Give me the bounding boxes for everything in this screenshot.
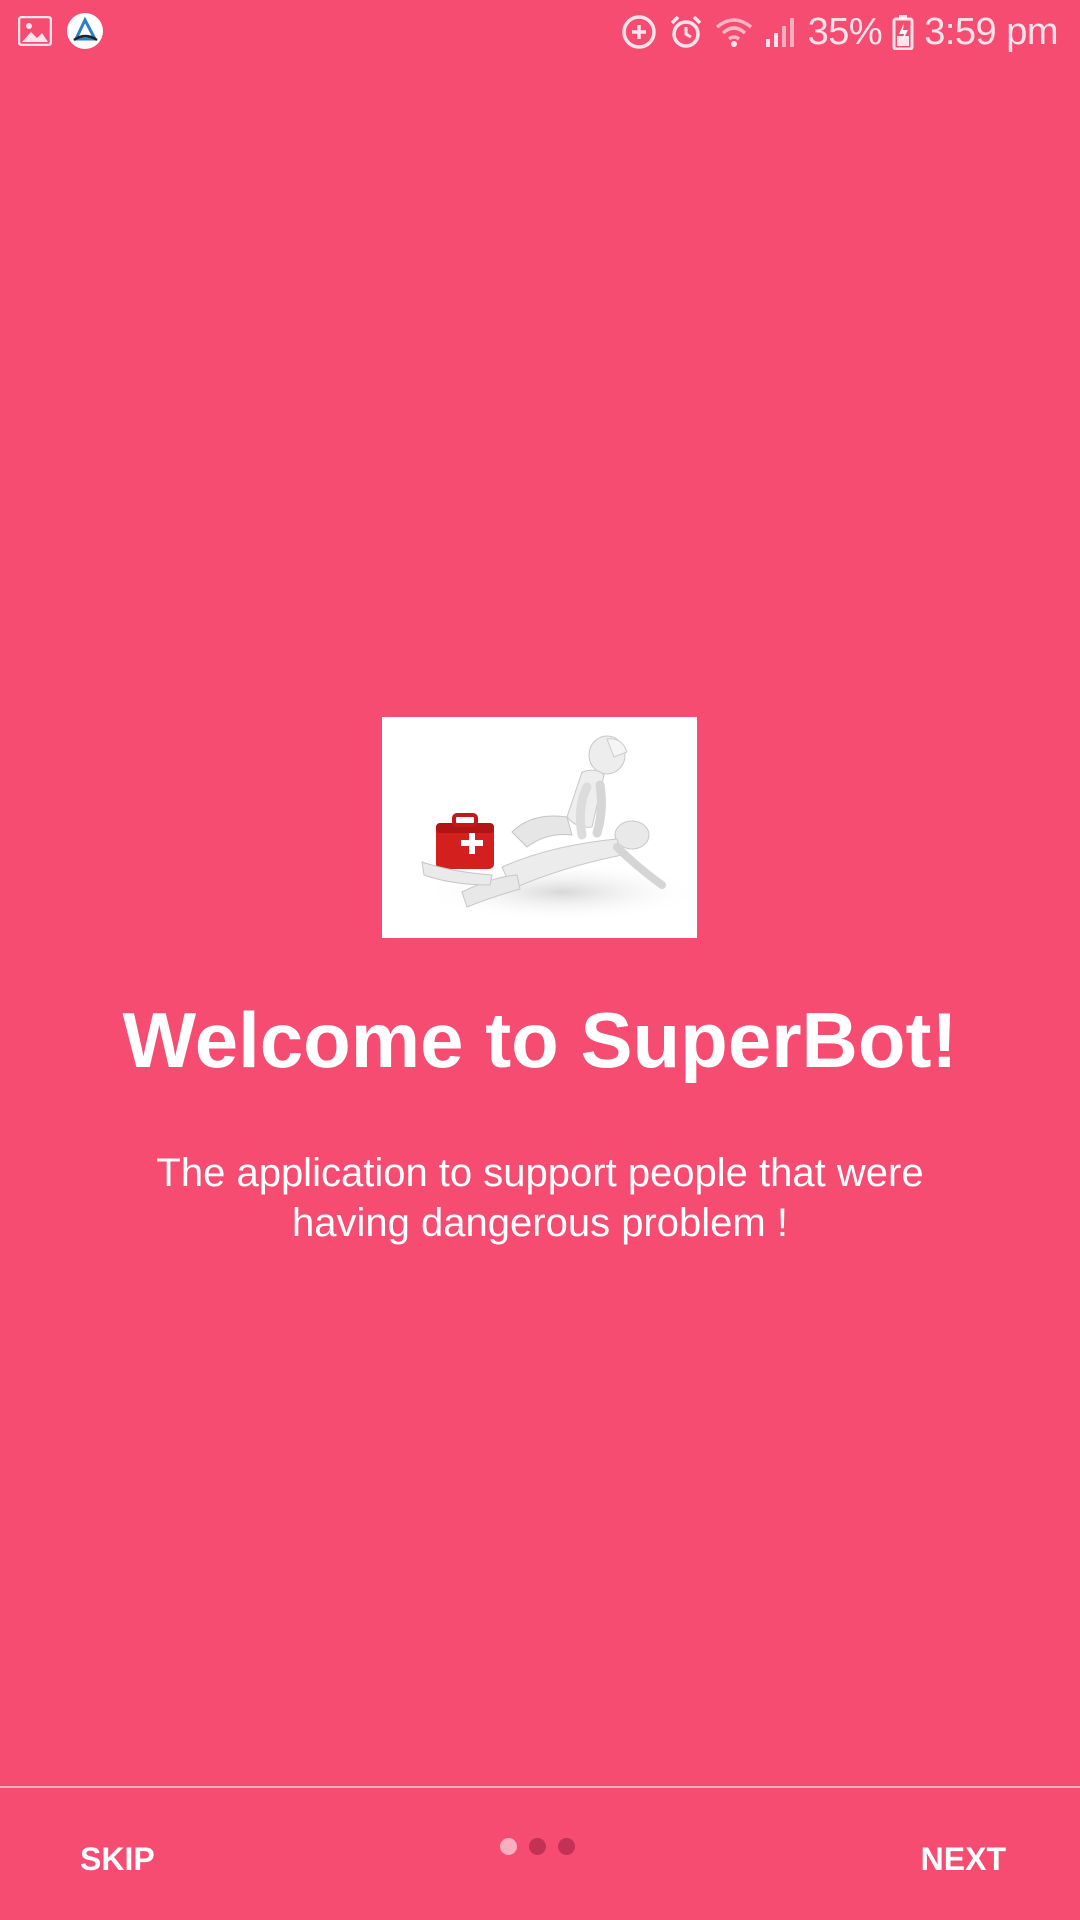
next-button[interactable]: NEXT xyxy=(911,1830,1016,1888)
wifi-icon xyxy=(714,15,754,49)
battery-percent: 35% xyxy=(807,11,883,53)
page-dot-2[interactable] xyxy=(529,1837,546,1855)
page-dot-3[interactable] xyxy=(558,1837,575,1855)
page-indicator xyxy=(500,1836,580,1856)
status-bar-left xyxy=(18,12,104,50)
page-dot-1[interactable] xyxy=(500,1837,517,1855)
signal-icon xyxy=(764,15,798,49)
alarm-icon xyxy=(668,14,704,50)
gallery-icon xyxy=(18,16,52,46)
footer-divider xyxy=(0,1786,1080,1788)
clock: 3:59 pm xyxy=(924,11,1058,53)
first-aid-icon xyxy=(421,735,697,922)
status-bar-right: 35% 3:59 pm xyxy=(620,8,1058,56)
welcome-description: The application to support people that w… xyxy=(156,1151,924,1245)
add-circle-icon xyxy=(620,13,658,51)
status-bar: 35% 3:59 pm xyxy=(0,0,1080,64)
skip-button[interactable]: SKIP xyxy=(70,1830,165,1888)
app-logo-icon xyxy=(66,12,104,50)
cpr-illustration-image xyxy=(382,717,697,938)
welcome-title: Welcome to SuperBot! xyxy=(122,996,958,1084)
battery-charging-icon xyxy=(892,14,914,50)
